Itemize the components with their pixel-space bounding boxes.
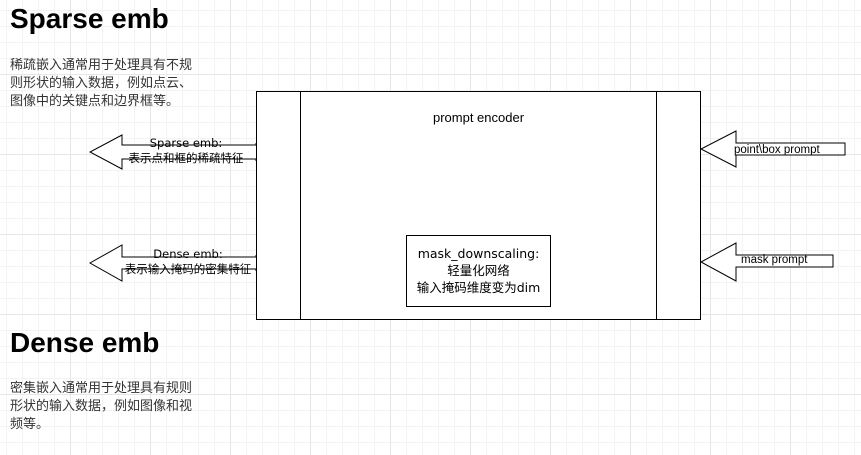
arrow-layer [88,130,846,282]
dense-output-line: 表示输入掩码的密集特征 [124,262,252,276]
sparse-output-label: Sparse emb: 表示点和框的稀疏特征 [108,136,264,166]
dense-output-label: Dense emb: 表示输入掩码的密集特征 [110,247,266,277]
point-box-prompt-label: point\box prompt [734,144,820,156]
sparse-output-line: 表示点和框的稀疏特征 [128,151,244,165]
mask-prompt-label: mask prompt [741,254,808,266]
dense-output-line: Dense emb: [153,247,223,261]
sparse-output-line: Sparse emb: [149,136,223,150]
